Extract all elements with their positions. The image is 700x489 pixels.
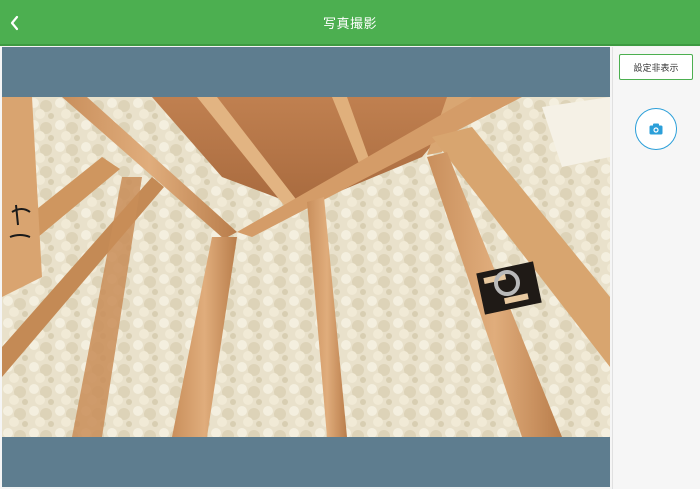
- shutter-button[interactable]: [635, 108, 677, 150]
- hide-settings-button[interactable]: 設定非表示: [619, 54, 693, 80]
- preview-photo: [2, 97, 610, 437]
- control-panel: 設定非表示: [612, 47, 700, 489]
- page-title: 写真撮影: [322, 16, 377, 32]
- camera-preview[interactable]: [2, 47, 610, 487]
- camera-icon: [649, 123, 663, 135]
- app-header: 写真撮影: [0, 0, 700, 46]
